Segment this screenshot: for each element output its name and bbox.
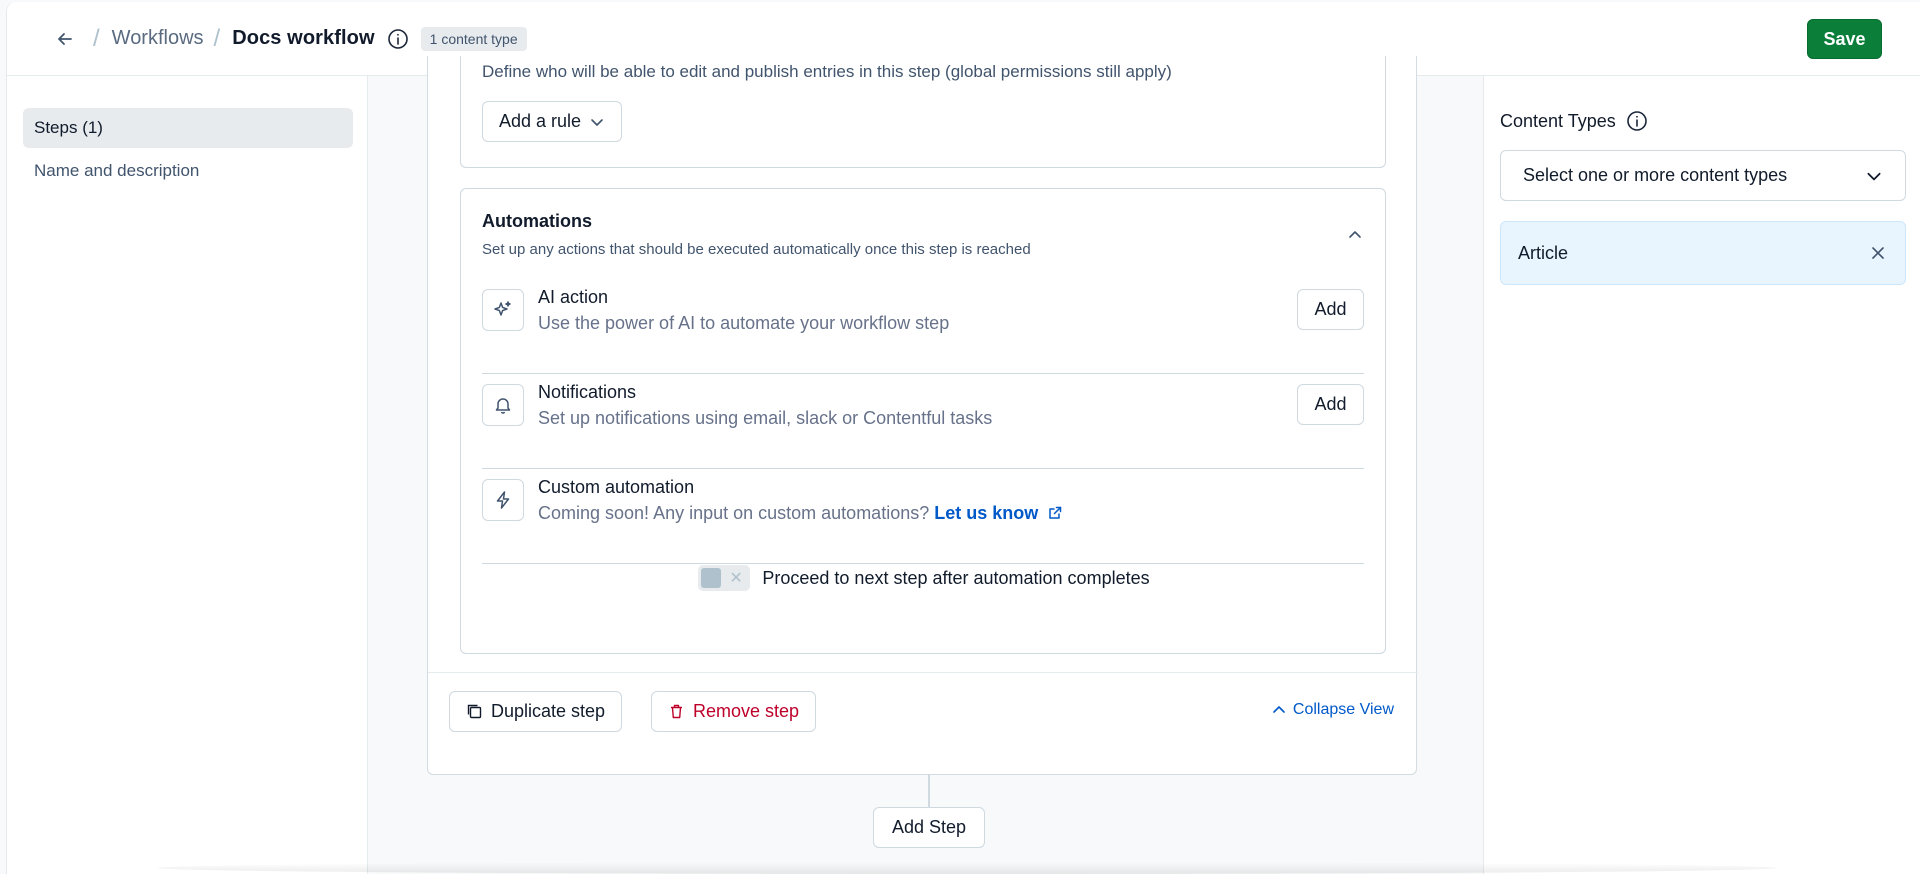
remove-step-button[interactable]: Remove step: [651, 691, 817, 732]
sidebar-item-name-description[interactable]: Name and description: [23, 151, 353, 191]
step-card: Define who will be able to edit and publ…: [427, 56, 1418, 775]
automation-row-ai-action: AI action Use the power of AI to automat…: [482, 279, 1364, 374]
selected-content-type: Article: [1500, 221, 1906, 285]
copy-icon: [467, 704, 482, 719]
save-button[interactable]: Save: [1807, 19, 1882, 59]
duplicate-step-button[interactable]: Duplicate step: [449, 691, 623, 732]
sidebar-item-steps[interactable]: Steps (1): [23, 108, 353, 148]
content-type-select[interactable]: Select one or more content types: [1500, 150, 1906, 201]
external-link-icon: [1049, 506, 1062, 519]
automation-title: Notifications: [538, 382, 637, 402]
breadcrumb-workflows[interactable]: Workflows: [112, 27, 204, 50]
automation-title: AI action: [538, 287, 609, 307]
automation-title: Custom automation: [538, 477, 695, 497]
content-type-select-placeholder: Select one or more content types: [1523, 165, 1788, 185]
breadcrumb-separator: /: [213, 24, 221, 52]
main-canvas: Define who will be able to edit and publ…: [368, 56, 1483, 874]
add-rule-button[interactable]: Add a rule: [482, 101, 623, 142]
permissions-description: Define who will be able to edit and publ…: [482, 62, 1172, 81]
let-us-know-link[interactable]: Let us know: [934, 503, 1063, 523]
proceed-toggle[interactable]: ✕: [698, 565, 751, 591]
info-icon[interactable]: [387, 28, 409, 50]
app-window: / Workflows / Docs workflow 1 content ty…: [6, 2, 1920, 874]
collapse-view-button[interactable]: Collapse View: [1271, 701, 1394, 719]
automation-description: Set up notifications using email, slack …: [538, 408, 993, 428]
right-panel: Content Types Select one or more content…: [1483, 76, 1920, 874]
automation-description: Use the power of AI to automate your wor…: [538, 313, 950, 333]
info-icon[interactable]: [1626, 110, 1648, 132]
automations-panel: Automations Set up any actions that shou…: [460, 188, 1386, 654]
chevron-down-icon: [1867, 172, 1881, 180]
automations-subtitle: Set up any actions that should be execut…: [482, 241, 1031, 258]
content-types-label: Content Types: [1500, 110, 1616, 131]
sparkle-icon: [482, 289, 524, 331]
automation-row-notifications: Notifications Set up notifications using…: [482, 374, 1364, 469]
automation-row-custom: Custom automation Coming soon! Any input…: [482, 469, 1364, 564]
selected-content-type-label: Article: [1518, 242, 1569, 263]
content-types-heading: Content Types: [1500, 110, 1648, 132]
back-button[interactable]: [47, 21, 83, 57]
page-title: Docs workflow: [232, 27, 375, 49]
add-ai-action-button[interactable]: Add: [1297, 289, 1364, 330]
lightning-icon: [482, 479, 524, 521]
proceed-toggle-label: Proceed to next step after automation co…: [762, 567, 1150, 588]
toggle-knob: [701, 568, 722, 588]
breadcrumb-separator: /: [93, 24, 100, 52]
add-step-button[interactable]: Add Step: [873, 807, 985, 848]
close-icon[interactable]: [1869, 244, 1887, 262]
add-rule-label: Add a rule: [499, 111, 582, 131]
left-sidebar: Steps (1) Name and description: [7, 76, 368, 874]
window-shadow: [157, 862, 1777, 874]
remove-step-label: Remove step: [693, 701, 800, 721]
close-icon: ✕: [729, 570, 743, 587]
proceed-toggle-row: ✕ Proceed to next step after automation …: [461, 565, 1387, 591]
bell-icon: [482, 384, 524, 426]
card-footer-divider: [428, 672, 1418, 673]
chevron-up-icon: [1273, 706, 1285, 713]
step-connector: [928, 775, 930, 809]
arrow-left-icon: [58, 32, 72, 45]
duplicate-step-label: Duplicate step: [491, 701, 606, 721]
chevron-up-icon[interactable]: [1347, 227, 1363, 248]
permissions-panel: Define who will be able to edit and publ…: [460, 56, 1386, 168]
trash-icon: [671, 704, 682, 719]
automation-description: Coming soon! Any input on custom automat…: [538, 503, 930, 523]
collapse-view-label: Collapse View: [1292, 701, 1394, 718]
automation-description-line: Coming soon! Any input on custom automat…: [538, 503, 1063, 524]
chevron-down-icon: [591, 118, 603, 126]
add-notification-button[interactable]: Add: [1297, 384, 1364, 425]
let-us-know-label: Let us know: [934, 503, 1039, 523]
content-type-count-badge: 1 content type: [420, 26, 527, 51]
automations-title: Automations: [482, 211, 592, 231]
